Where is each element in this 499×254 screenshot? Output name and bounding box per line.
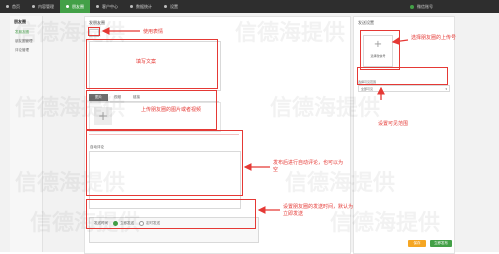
- annotation-schedule: 设置朋友圈的发送时间，默认为立即发送: [283, 204, 354, 217]
- annotation-comment: 发布后进行自动评论，也可以为空: [273, 160, 344, 173]
- annotation-media: 上传朋友圈的图片或者视频: [141, 107, 202, 113]
- arrow-wechat: [391, 37, 409, 46]
- annotation-visibility: 设置可见范围: [378, 121, 409, 127]
- annotation-copy: 填写文案: [136, 59, 157, 65]
- page: 首页 内容管理 朋友圈 客户中心 数据统计 设置 微信账号 朋友圈 发朋友圈 朋…: [0, 0, 499, 254]
- annotation-wechat: 选择朋友圈的上传号: [411, 35, 457, 41]
- annotation-emoji: 使用表情: [143, 29, 164, 35]
